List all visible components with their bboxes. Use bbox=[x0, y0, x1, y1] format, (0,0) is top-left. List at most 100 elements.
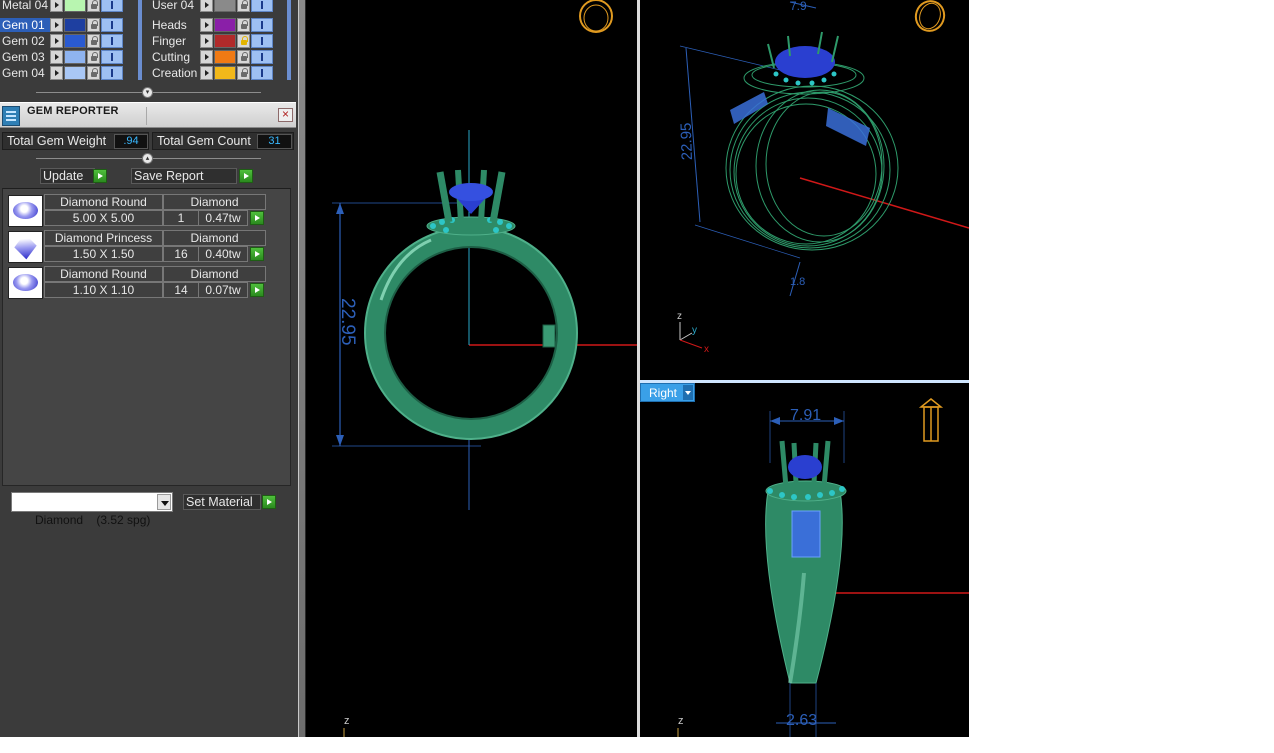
layer-expand-icon[interactable] bbox=[50, 66, 63, 80]
material-select[interactable]: Diamond (3.52 spg) bbox=[11, 492, 173, 527]
layer-expand-icon[interactable] bbox=[200, 66, 213, 80]
layer-name[interactable]: User 04 bbox=[150, 0, 200, 12]
layer-visibility-toggle[interactable] bbox=[251, 34, 273, 48]
set-material-arrow-icon[interactable] bbox=[262, 495, 276, 509]
layer-color-swatch[interactable] bbox=[214, 66, 236, 80]
layer-row[interactable]: Gem 04 bbox=[0, 65, 124, 81]
save-report-arrow-icon[interactable] bbox=[239, 169, 253, 183]
persp-top-label: 7.9 bbox=[790, 0, 807, 13]
axis-z-label: z bbox=[677, 311, 682, 322]
layer-expand-icon[interactable] bbox=[50, 0, 63, 12]
layer-expand-icon[interactable] bbox=[50, 34, 63, 48]
gem-select-arrow-icon[interactable] bbox=[250, 211, 264, 225]
viewport-perspective[interactable]: 22.95 7.9 1.8 z y x bbox=[640, 0, 969, 380]
layer-color-swatch[interactable] bbox=[64, 50, 86, 64]
lock-icon[interactable] bbox=[237, 50, 250, 64]
layer-visibility-toggle[interactable] bbox=[251, 50, 273, 64]
layer-row[interactable]: Gem 02 bbox=[0, 33, 124, 49]
lock-icon[interactable] bbox=[237, 66, 250, 80]
viewport-front[interactable]: 22.95 z bbox=[306, 0, 637, 737]
gem-list: Diamond Round Diamond 5.00 X 5.00 1 0.47tw Di… bbox=[2, 188, 291, 486]
layer-name[interactable]: Metal 04 bbox=[0, 0, 50, 12]
update-button[interactable]: Update bbox=[40, 168, 95, 184]
ring-shank bbox=[365, 227, 577, 439]
layer-expand-icon[interactable] bbox=[200, 34, 213, 48]
layer-row[interactable]: User 04 bbox=[150, 0, 274, 13]
layer-name[interactable]: Gem 04 bbox=[0, 66, 50, 80]
gem-select-arrow-icon[interactable] bbox=[250, 247, 264, 261]
layer-name[interactable]: Heads bbox=[150, 18, 200, 32]
layer-visibility-toggle[interactable] bbox=[251, 66, 273, 80]
lock-icon[interactable] bbox=[87, 18, 100, 32]
layer-expand-icon[interactable] bbox=[50, 18, 63, 32]
layer-row[interactable]: Cutting bbox=[150, 49, 274, 65]
layer-list-left-scrollbar[interactable] bbox=[138, 0, 142, 80]
layer-name[interactable]: Creation bbox=[150, 66, 200, 80]
gem-size: 5.00 X 5.00 bbox=[44, 210, 163, 226]
total-gem-weight: Total Gem Weight .94 bbox=[2, 132, 149, 150]
layer-color-swatch[interactable] bbox=[214, 34, 236, 48]
chevron-down-icon[interactable] bbox=[157, 494, 171, 510]
lock-icon[interactable] bbox=[237, 0, 250, 12]
layer-row[interactable]: Metal 04 bbox=[0, 0, 124, 13]
layer-visibility-toggle[interactable] bbox=[101, 34, 123, 48]
layer-visibility-toggle[interactable] bbox=[101, 66, 123, 80]
collapse-totals-button[interactable]: ▴ bbox=[142, 153, 153, 164]
layer-list-right-scrollbar[interactable] bbox=[287, 0, 291, 80]
layer-name[interactable]: Finger bbox=[150, 34, 200, 48]
lock-icon[interactable] bbox=[237, 34, 250, 48]
gem-row[interactable]: Diamond Round Diamond 1.10 X 1.10 14 0.07tw bbox=[8, 266, 266, 300]
view-gizmo-icon bbox=[914, 0, 946, 32]
close-icon[interactable]: × bbox=[278, 108, 293, 122]
lock-icon[interactable] bbox=[87, 50, 100, 64]
layer-color-swatch[interactable] bbox=[64, 18, 86, 32]
save-report-button[interactable]: Save Report bbox=[131, 168, 237, 184]
layer-name[interactable]: Cutting bbox=[150, 50, 200, 64]
layer-expand-icon[interactable] bbox=[200, 50, 213, 64]
layer-visibility-toggle[interactable] bbox=[251, 0, 273, 12]
lock-icon[interactable] bbox=[87, 0, 100, 12]
layer-visibility-toggle[interactable] bbox=[101, 50, 123, 64]
layer-color-swatch[interactable] bbox=[214, 18, 236, 32]
lock-icon[interactable] bbox=[87, 34, 100, 48]
layer-visibility-toggle[interactable] bbox=[101, 0, 123, 12]
right-view-canvas: 7.91 2.63 z bbox=[677, 398, 969, 737]
layer-expand-icon[interactable] bbox=[50, 50, 63, 64]
layer-name[interactable]: Gem 02 bbox=[0, 34, 50, 48]
layer-row[interactable]: Heads bbox=[150, 17, 274, 33]
layer-name[interactable]: Gem 01 bbox=[0, 18, 50, 32]
layer-visibility-toggle[interactable] bbox=[251, 18, 273, 32]
layer-name[interactable]: Gem 03 bbox=[0, 50, 50, 64]
view-selector[interactable]: Right bbox=[640, 383, 695, 402]
lock-icon[interactable] bbox=[237, 18, 250, 32]
lock-icon[interactable] bbox=[87, 66, 100, 80]
front-axis-label: z bbox=[344, 715, 350, 727]
layer-color-swatch[interactable] bbox=[64, 34, 86, 48]
layer-visibility-toggle[interactable] bbox=[101, 18, 123, 32]
collapse-layers-button[interactable]: ▾ bbox=[142, 87, 153, 98]
layer-row[interactable]: Gem 03 bbox=[0, 49, 124, 65]
layer-color-swatch[interactable] bbox=[214, 50, 236, 64]
total-gem-count-value: 31 bbox=[257, 134, 292, 149]
layer-color-swatch[interactable] bbox=[64, 0, 86, 12]
layer-expand-icon[interactable] bbox=[200, 18, 213, 32]
gem-row[interactable]: Diamond Round Diamond 5.00 X 5.00 1 0.47tw bbox=[8, 194, 266, 228]
view-selector-label: Right bbox=[649, 386, 678, 400]
layer-color-swatch[interactable] bbox=[64, 66, 86, 80]
layer-row[interactable]: Creation bbox=[150, 65, 274, 81]
layer-color-swatch[interactable] bbox=[214, 0, 236, 12]
front-dimension-label: 22.95 bbox=[337, 298, 358, 346]
gem-select-arrow-icon[interactable] bbox=[250, 283, 264, 297]
gem-row[interactable]: Diamond Princess Diamond 1.50 X 1.50 16 0.40… bbox=[8, 230, 266, 264]
chevron-down-icon[interactable] bbox=[683, 385, 693, 400]
layer-row[interactable]: Gem 01 bbox=[0, 17, 124, 33]
gem-reporter-header: GEM REPORTER × bbox=[0, 102, 296, 128]
layer-expand-icon[interactable] bbox=[200, 0, 213, 12]
panel-splitter[interactable] bbox=[298, 0, 306, 737]
update-arrow-icon[interactable] bbox=[93, 169, 107, 183]
persp-bottom-label: 1.8 bbox=[790, 276, 805, 288]
set-material-button[interactable]: Set Material bbox=[183, 494, 261, 510]
layer-row[interactable]: Finger bbox=[150, 33, 274, 49]
perspective-view-canvas: 22.95 7.9 1.8 z y x bbox=[677, 0, 969, 355]
viewport-right[interactable]: 7.91 2.63 z bbox=[640, 383, 969, 737]
